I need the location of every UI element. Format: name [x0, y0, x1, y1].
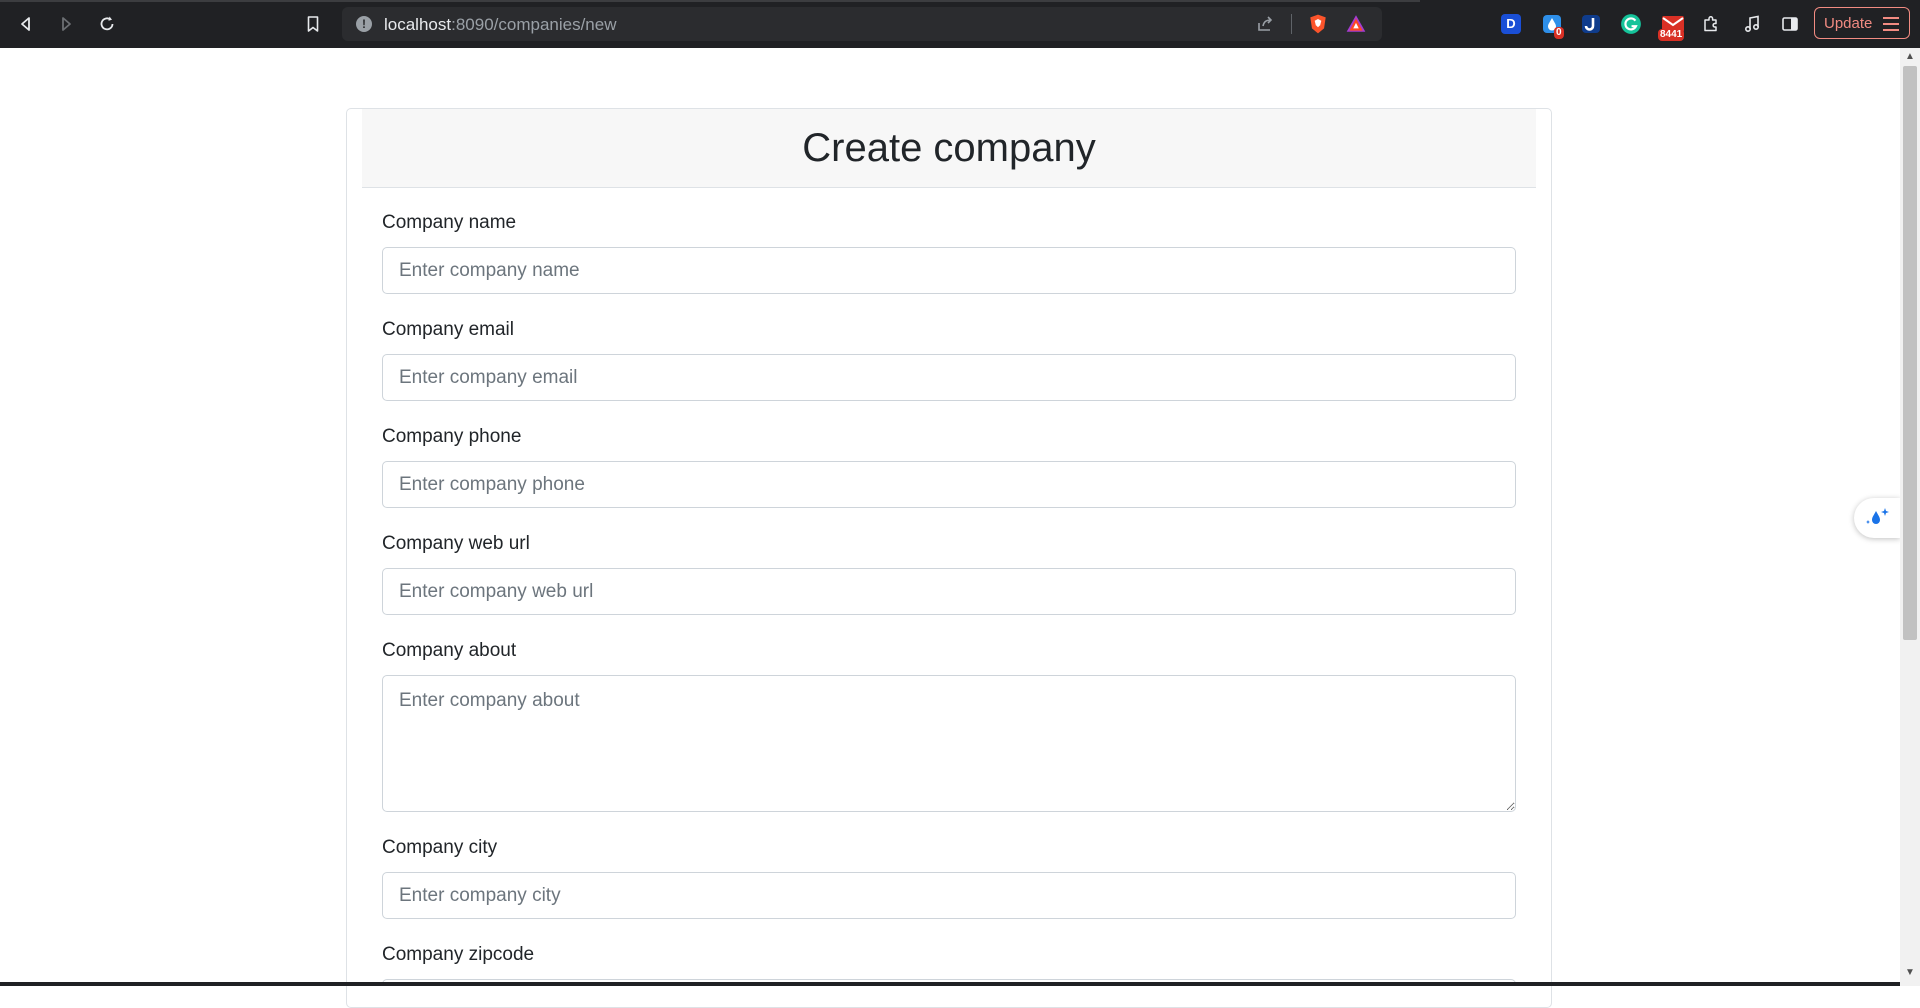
floating-assistant-widget[interactable] — [1854, 498, 1900, 538]
sidebar-toggle-button[interactable] — [1776, 10, 1804, 38]
company-email-label: Company email — [382, 319, 514, 340]
back-button[interactable] — [12, 10, 40, 38]
browser-toolbar: ! localhost:8090/companies/new D 0 8441 … — [0, 0, 1920, 48]
bookmark-button[interactable] — [299, 10, 327, 38]
update-button[interactable]: Update — [1814, 7, 1910, 39]
bookmark-icon — [307, 16, 319, 32]
brave-rewards-icon[interactable] — [1344, 12, 1368, 36]
mail-extension-icon[interactable]: 8441 — [1656, 10, 1690, 41]
company-city-label: Company city — [382, 837, 498, 858]
mail-badge: 8441 — [1658, 29, 1685, 41]
company-about-label: Company about — [382, 640, 517, 661]
company-name-input[interactable] — [382, 247, 1516, 294]
raindrop-badge: 0 — [1554, 27, 1564, 39]
page-title: Create company — [802, 125, 1096, 170]
share-icon[interactable] — [1253, 12, 1277, 36]
card-header: Create company — [362, 109, 1536, 188]
sparkle-drop-icon — [1866, 508, 1889, 524]
url-divider — [1291, 14, 1292, 34]
raindrop-extension-icon[interactable]: 0 — [1538, 10, 1566, 39]
grammarly-icon — [1621, 14, 1641, 34]
reload-icon — [100, 16, 114, 31]
company-email-input[interactable] — [382, 354, 1516, 401]
company-name-label: Company name — [382, 212, 517, 233]
scroll-down-arrow[interactable]: ▼ — [1903, 966, 1917, 980]
jira-extension-icon[interactable] — [1577, 10, 1605, 38]
url-text[interactable]: localhost:8090/companies/new — [384, 15, 617, 35]
address-bar[interactable]: ! localhost:8090/companies/new — [342, 7, 1382, 41]
puzzle-icon — [1704, 15, 1717, 32]
dashlane-letter: D — [1501, 14, 1521, 34]
scrollbar-thumb[interactable] — [1903, 66, 1917, 640]
company-web-url-label: Company web url — [382, 533, 530, 554]
tab-strip — [0, 0, 1420, 2]
sidebar-icon — [1782, 17, 1798, 31]
reload-button[interactable] — [93, 10, 121, 38]
company-web-url-input[interactable] — [382, 568, 1516, 615]
brave-shields-icon[interactable] — [1306, 12, 1330, 36]
back-icon — [21, 17, 30, 31]
window-bottom-edge — [0, 982, 1900, 986]
music-note-icon — [1744, 15, 1760, 33]
media-controls-button[interactable] — [1738, 10, 1766, 38]
dashlane-extension-icon[interactable]: D — [1497, 10, 1525, 38]
url-path: :8090/companies/new — [451, 15, 617, 34]
forward-button[interactable] — [52, 10, 80, 38]
j-icon — [1582, 15, 1600, 33]
company-zipcode-label: Company zipcode — [382, 944, 535, 965]
company-phone-label: Company phone — [382, 426, 522, 447]
update-label: Update — [1824, 14, 1873, 32]
scroll-up-arrow[interactable]: ▲ — [1903, 50, 1917, 64]
menu-icon — [1883, 17, 1899, 35]
company-city-input[interactable] — [382, 872, 1516, 919]
site-info-icon[interactable]: ! — [356, 16, 372, 32]
url-host: localhost — [384, 15, 452, 34]
extensions-button[interactable] — [1697, 10, 1725, 38]
company-about-textarea[interactable] — [382, 675, 1516, 812]
forward-icon — [62, 17, 71, 31]
grammarly-extension-icon[interactable] — [1617, 10, 1645, 38]
company-phone-input[interactable] — [382, 461, 1516, 508]
